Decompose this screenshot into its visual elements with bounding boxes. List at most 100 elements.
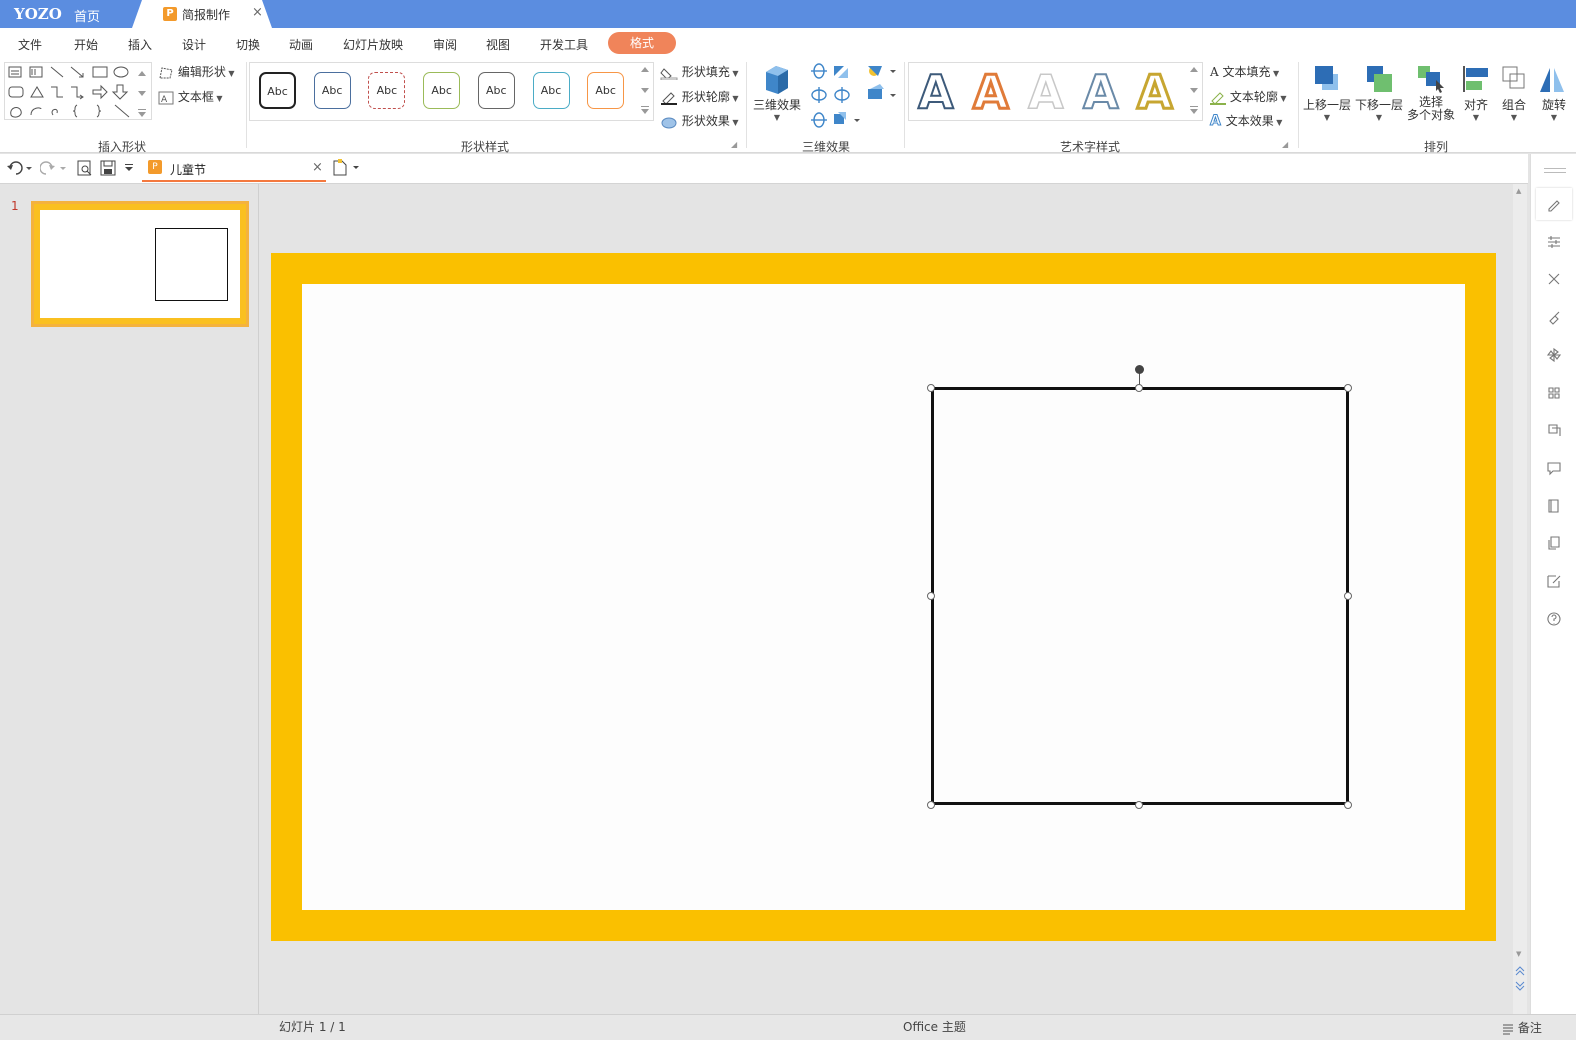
dropdown-caret-icon: ▼ xyxy=(1375,113,1383,122)
shape-style-preset-1[interactable]: Abc xyxy=(259,72,296,109)
dropdown-caret-icon: ▼ xyxy=(773,113,781,122)
scroll-up-icon[interactable]: ▲ xyxy=(1516,187,1521,195)
scroll-down-icon[interactable]: ▼ xyxy=(1516,950,1521,958)
menu-design[interactable]: 设计 xyxy=(182,36,206,53)
align-label: 对齐 xyxy=(1463,98,1488,112)
vertical-scrollbar[interactable] xyxy=(1513,184,1527,1014)
rotate-icon xyxy=(1540,68,1564,92)
resize-handle-se[interactable] xyxy=(1344,801,1352,809)
pencil-icon xyxy=(1548,200,1560,212)
help-icon xyxy=(1547,612,1561,626)
menu-home[interactable]: 开始 xyxy=(74,36,98,53)
customize-quickbar-button[interactable] xyxy=(124,163,134,173)
rotate-button[interactable]: 旋转 ▼ xyxy=(1536,62,1572,132)
sliders-sidebar-button[interactable] xyxy=(1546,234,1562,250)
menu-review[interactable]: 审阅 xyxy=(433,36,457,53)
pencil-sidebar-button[interactable] xyxy=(1546,196,1562,212)
text-effects-label: 文本效果 xyxy=(1225,114,1274,128)
tilt-rotate-icons[interactable] xyxy=(808,62,902,132)
align-button[interactable]: 对齐 ▼ xyxy=(1460,62,1492,132)
wordart-style-3[interactable]: A xyxy=(1027,67,1064,117)
home-tab[interactable]: 首页 xyxy=(74,6,100,25)
wordart-style-1[interactable]: A xyxy=(917,67,955,117)
text-effects-button[interactable]: A 文本效果 ▼ xyxy=(1210,112,1283,130)
shape-style-preset-3[interactable]: Abc xyxy=(368,72,406,109)
pinwheel-sidebar-button[interactable] xyxy=(1546,347,1562,363)
resize-handle-e[interactable] xyxy=(1344,592,1352,600)
menu-format-active[interactable]: 格式 xyxy=(608,32,676,54)
close-document-icon[interactable]: × xyxy=(312,160,323,175)
wordart-style-5[interactable]: A xyxy=(1136,67,1175,118)
close-tab-icon[interactable]: × xyxy=(252,5,263,20)
shape-style-preset-7[interactable]: Abc xyxy=(587,72,625,109)
crop-sidebar-button[interactable] xyxy=(1546,422,1562,438)
menu-view[interactable]: 视图 xyxy=(486,36,510,53)
resize-handle-n[interactable] xyxy=(1135,384,1143,392)
save-button[interactable] xyxy=(99,159,117,177)
undo-button[interactable] xyxy=(6,160,32,176)
insert-shapes-group-label: 插入形状 xyxy=(98,140,147,154)
text-fill-button[interactable]: A 文本填充 ▼ xyxy=(1210,63,1279,80)
shape-style-preset-4[interactable]: Abc xyxy=(423,72,461,109)
resize-handle-s[interactable] xyxy=(1135,801,1143,809)
text-outline-button[interactable]: 文本轮廓 ▼ xyxy=(1210,88,1287,105)
copy-sidebar-button[interactable] xyxy=(1546,535,1562,551)
brush-sidebar-button[interactable] xyxy=(1546,309,1562,325)
scissors-sidebar-button[interactable] xyxy=(1546,271,1562,287)
ribbon-separator xyxy=(246,62,247,148)
status-bar xyxy=(0,1014,1576,1040)
shape-outline-button[interactable]: 形状轮廓 ▼ xyxy=(660,88,739,105)
threed-effects-button[interactable]: 三维效果 ▼ xyxy=(752,62,802,128)
document-tab-label[interactable]: 简报制作 xyxy=(182,6,230,23)
shape-effects-button[interactable]: 形状效果 ▼ xyxy=(660,112,739,129)
threed-tilt-controls[interactable] xyxy=(808,62,902,132)
edit-sidebar-button[interactable] xyxy=(1546,573,1562,589)
send-backward-button[interactable]: 下移一层 ▼ xyxy=(1354,62,1404,132)
print-preview-button[interactable] xyxy=(76,159,94,177)
resize-handle-sw[interactable] xyxy=(927,801,935,809)
shape-fill-button[interactable]: 形状填充 ▼ xyxy=(660,63,739,80)
select-objects-button[interactable]: 选择 多个对象 xyxy=(1404,62,1458,132)
selected-rectangle-shape[interactable] xyxy=(931,387,1349,805)
slide-thumbnail[interactable] xyxy=(31,201,249,327)
new-document-button[interactable] xyxy=(332,159,362,177)
notes-button[interactable]: 备注 xyxy=(1502,1019,1542,1036)
next-slide-button[interactable] xyxy=(1515,981,1525,991)
wordart-gallery-scroll[interactable] xyxy=(1188,64,1200,118)
wordart-style-2[interactable]: A xyxy=(972,67,1011,118)
sliders-icon xyxy=(1548,235,1560,248)
menu-file[interactable]: 文件 xyxy=(18,36,42,53)
threed-group-label: 三维效果 xyxy=(802,140,851,154)
bring-forward-icon xyxy=(1315,66,1338,90)
style-gallery-scroll[interactable] xyxy=(639,64,651,118)
prev-slide-button[interactable] xyxy=(1515,966,1525,976)
menu-insert[interactable]: 插入 xyxy=(128,36,152,53)
group-button[interactable]: 组合 ▼ xyxy=(1498,62,1530,132)
comment-sidebar-button[interactable] xyxy=(1546,460,1562,476)
resize-handle-w[interactable] xyxy=(927,592,935,600)
grid-sidebar-button[interactable] xyxy=(1546,385,1562,401)
resize-handle-ne[interactable] xyxy=(1344,384,1352,392)
menu-transitions[interactable]: 切换 xyxy=(236,36,260,53)
resize-handle-nw[interactable] xyxy=(927,384,935,392)
textbox-button[interactable]: A 文本框 ▼ xyxy=(158,88,223,105)
dialog-launcher-icon[interactable]: ◢ xyxy=(731,140,737,149)
book-sidebar-button[interactable] xyxy=(1546,498,1562,514)
menu-slideshow[interactable]: 幻灯片放映 xyxy=(343,36,403,53)
rotation-handle[interactable] xyxy=(1135,365,1144,374)
shape-gallery-icons[interactable] xyxy=(5,63,151,119)
wordart-style-4[interactable]: A xyxy=(1082,67,1120,117)
menu-animations[interactable]: 动画 xyxy=(289,36,313,53)
edit-shape-button[interactable]: 编辑形状 ▼ xyxy=(158,63,235,80)
shape-style-preset-6[interactable]: Abc xyxy=(532,72,570,109)
dialog-launcher-icon[interactable]: ◢ xyxy=(1282,140,1288,149)
shape-style-preset-5[interactable]: Abc xyxy=(477,72,515,109)
shape-style-preset-2[interactable]: Abc xyxy=(313,72,351,109)
redo-button[interactable] xyxy=(40,160,66,176)
menu-developer[interactable]: 开发工具 xyxy=(540,36,588,53)
help-sidebar-button[interactable] xyxy=(1546,611,1562,627)
dropdown-caret-icon: ▼ xyxy=(729,94,739,103)
shape-gallery[interactable] xyxy=(4,62,152,120)
theme-name: Office 主题 xyxy=(903,1020,966,1034)
bring-forward-button[interactable]: 上移一层 ▼ xyxy=(1302,62,1352,132)
